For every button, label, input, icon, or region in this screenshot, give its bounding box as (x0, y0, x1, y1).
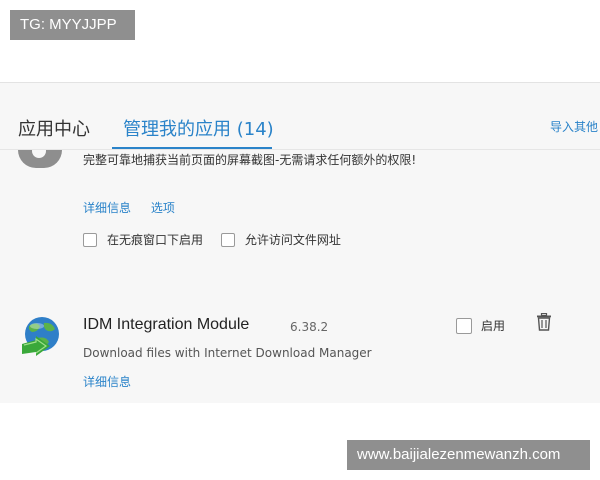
incognito-label: 在无痕窗口下启用 (107, 233, 204, 247)
tab-app-center[interactable]: 应用中心 (18, 115, 90, 141)
extension-1-options-link[interactable]: 选项 (151, 201, 175, 215)
tab-manage-label: 管理我的应用 (123, 119, 231, 140)
extension-2-title: IDM Integration Module (83, 316, 250, 333)
file-access-option[interactable]: 允许访问文件网址 (220, 231, 341, 248)
watermark-top: TG: MYYJJPP (10, 10, 135, 40)
extensions-panel: 应用中心 管理我的应用 (14) 导入其他 完整可靠地捕获当前页面的屏幕截图-无… (0, 83, 600, 403)
import-link[interactable]: 导入其他 (550, 118, 600, 135)
tab-manage-count: (14) (236, 119, 274, 140)
tab-manage-apps[interactable]: 管理我的应用 (14) (123, 115, 274, 141)
idm-globe-icon (22, 317, 59, 356)
watermark-bottom: www.baijialezenmewanzh.com (347, 440, 590, 470)
extension-1-permissions: 在无痕窗口下启用 允许访问文件网址 (83, 231, 355, 250)
file-access-label: 允许访问文件网址 (244, 233, 341, 247)
extension-1-details-link[interactable]: 详细信息 (83, 201, 131, 215)
enable-checkbox[interactable] (456, 317, 472, 334)
extension-2-enable-toggle[interactable]: 启用 (456, 317, 505, 334)
camera-icon (18, 150, 62, 168)
file-access-checkbox[interactable] (220, 232, 235, 247)
enable-label: 启用 (481, 319, 506, 333)
extension-2-version: 6.38.2 (290, 320, 329, 334)
extension-2-description: Download files with Internet Download Ma… (83, 346, 372, 360)
extension-1-links: 详细信息 选项 (83, 199, 191, 216)
extension-2-details-link[interactable]: 详细信息 (83, 373, 131, 390)
extension-1-description: 完整可靠地捕获当前页面的屏幕截图-无需请求任何额外的权限! (83, 153, 417, 167)
tab-bar: 应用中心 管理我的应用 (14) 导入其他 (0, 83, 600, 150)
incognito-checkbox[interactable] (83, 232, 97, 247)
incognito-option[interactable]: 在无痕窗口下启用 (83, 231, 203, 248)
trash-icon[interactable] (537, 313, 551, 331)
